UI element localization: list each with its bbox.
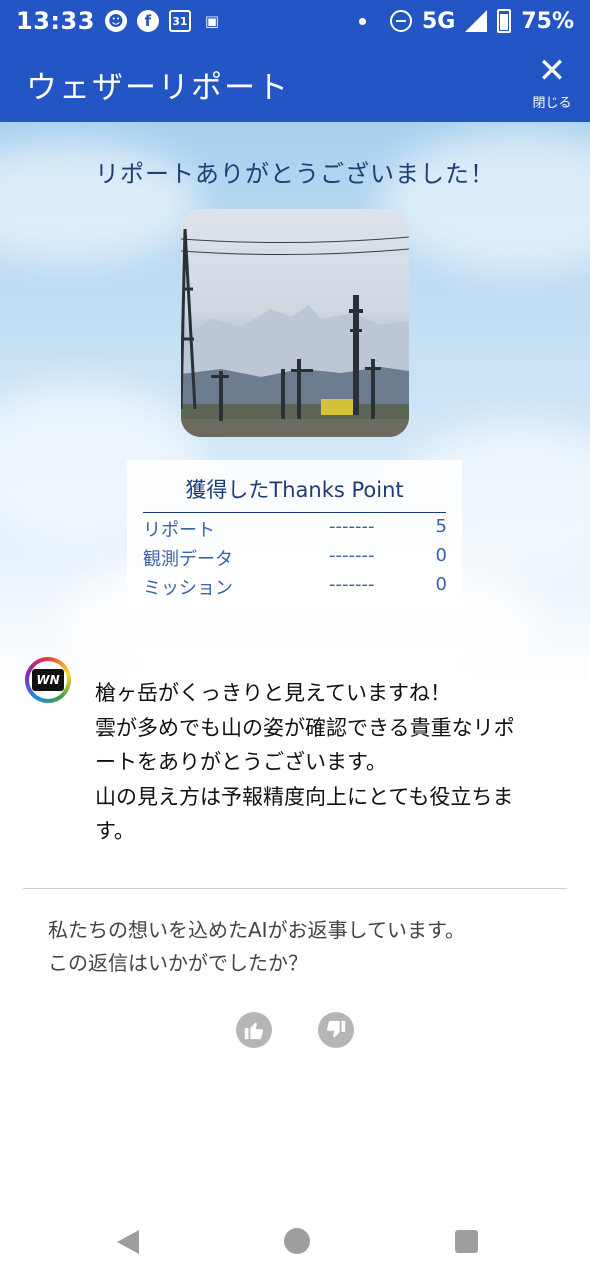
- facebook-icon: f: [136, 10, 159, 32]
- point-row-observation: 観測データ ------- 0: [143, 545, 449, 571]
- thumbs-down-icon: [326, 1020, 346, 1038]
- dot-icon: [358, 17, 366, 25]
- report-photo[interactable]: [181, 209, 409, 437]
- point-row-label: ミッション: [143, 578, 233, 599]
- thumbs-up-button[interactable]: [236, 1012, 272, 1048]
- reply-message: 槍ヶ岳がくっきりと見えていますね！ 雲が多めでも山の姿が確認できる貴重なリポ ー…: [95, 676, 565, 849]
- report-photo-illustration: [181, 228, 409, 437]
- avatar: WN: [25, 657, 71, 703]
- point-row-label: リポート: [143, 520, 215, 541]
- nav-back-icon[interactable]: [117, 1230, 139, 1254]
- close-button[interactable]: ✕ 閉じる: [528, 51, 576, 111]
- divider: [23, 888, 567, 889]
- point-row-dashes: -------: [329, 545, 375, 566]
- thumbs-up-icon: [244, 1022, 264, 1040]
- reply-line: 山の見え方は予報精度向上にとても役立ちま: [95, 784, 514, 809]
- point-row-value: 5: [435, 516, 447, 537]
- reply-line: 槍ヶ岳がくっきりと見えていますね！: [95, 681, 451, 705]
- point-row-value: 0: [435, 574, 447, 595]
- status-time: 13:33: [16, 7, 95, 35]
- signal-icon: [465, 10, 488, 32]
- cloud-decoration: [380, 132, 590, 272]
- thanks-point-card: 獲得したThanks Point リポート ------- 5 観測データ --…: [127, 460, 462, 610]
- thumbs-down-button[interactable]: [318, 1012, 354, 1048]
- status-left: 13:33 ☻ f 31 ▣: [16, 7, 223, 35]
- network-type: 5G: [421, 8, 456, 34]
- app-bar: ウェザーリポート ✕ 閉じる: [0, 42, 590, 122]
- point-row-dashes: -------: [329, 574, 375, 595]
- battery-icon: [497, 9, 512, 33]
- point-row-report: リポート ------- 5: [143, 516, 449, 542]
- battery-percent: 75%: [521, 8, 574, 34]
- app-title: ウェザーリポート: [26, 70, 290, 106]
- calendar-icon: 31: [168, 10, 191, 32]
- reply-line: す。: [95, 819, 135, 843]
- thanks-point-heading: 獲得したThanks Point: [143, 474, 446, 513]
- point-row-value: 0: [435, 545, 447, 566]
- weathernews-logo: WN: [32, 669, 64, 691]
- status-right: 5G 75%: [358, 8, 574, 34]
- point-row-label: 観測データ: [143, 549, 233, 570]
- avatar-inner: WN: [29, 661, 67, 699]
- thanks-title: リポートありがとうございました！: [95, 160, 495, 188]
- nav-recents-icon[interactable]: [455, 1230, 478, 1253]
- nav-home-icon[interactable]: [284, 1228, 310, 1254]
- close-icon: ✕: [537, 51, 567, 91]
- feedback-line: 私たちの想いを込めたAIがお返事しています。: [48, 918, 465, 942]
- feedback-line: この返信はいかがでしたか？: [48, 951, 308, 975]
- status-bar: 13:33 ☻ f 31 ▣ 5G 75%: [0, 0, 590, 42]
- feedback-prompt: 私たちの想いを込めたAIがお返事しています。 この返信はいかがでしたか？: [48, 914, 568, 980]
- reply-line: ートをありがとうございます。: [95, 750, 387, 774]
- close-label: 閉じる: [532, 96, 572, 111]
- reply-line: 雲が多めでも山の姿が確認できる貴重なリポ: [95, 715, 515, 740]
- point-row-dashes: -------: [329, 516, 375, 537]
- point-row-mission: ミッション ------- 0: [143, 574, 449, 600]
- do-not-disturb-icon: [389, 10, 412, 32]
- notification-icon: ▣: [204, 12, 219, 30]
- accessibility-icon: ☻: [104, 10, 127, 32]
